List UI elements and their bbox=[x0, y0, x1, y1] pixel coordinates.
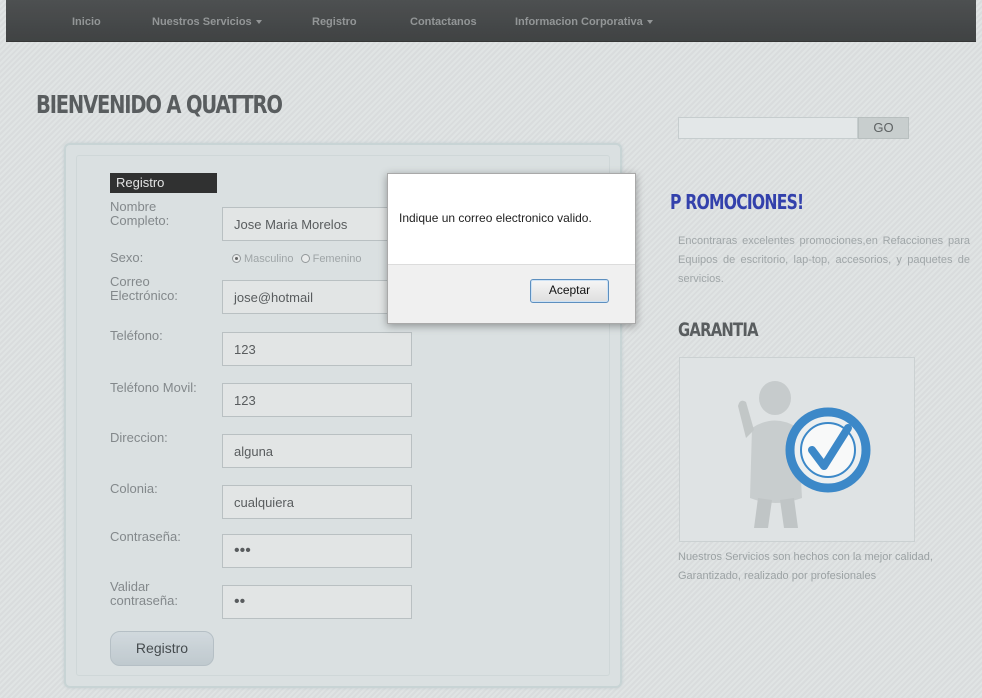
aceptar-button[interactable]: Aceptar bbox=[530, 279, 609, 303]
page-background: Inicio Nuestros Servicios Registro Conta… bbox=[0, 0, 982, 698]
alert-footer: Aceptar bbox=[388, 264, 635, 323]
alert-message: Indique un correo electronico valido. bbox=[399, 211, 592, 225]
modal-overlay bbox=[0, 0, 982, 698]
alert-dialog: Indique un correo electronico valido. Ac… bbox=[387, 173, 636, 324]
